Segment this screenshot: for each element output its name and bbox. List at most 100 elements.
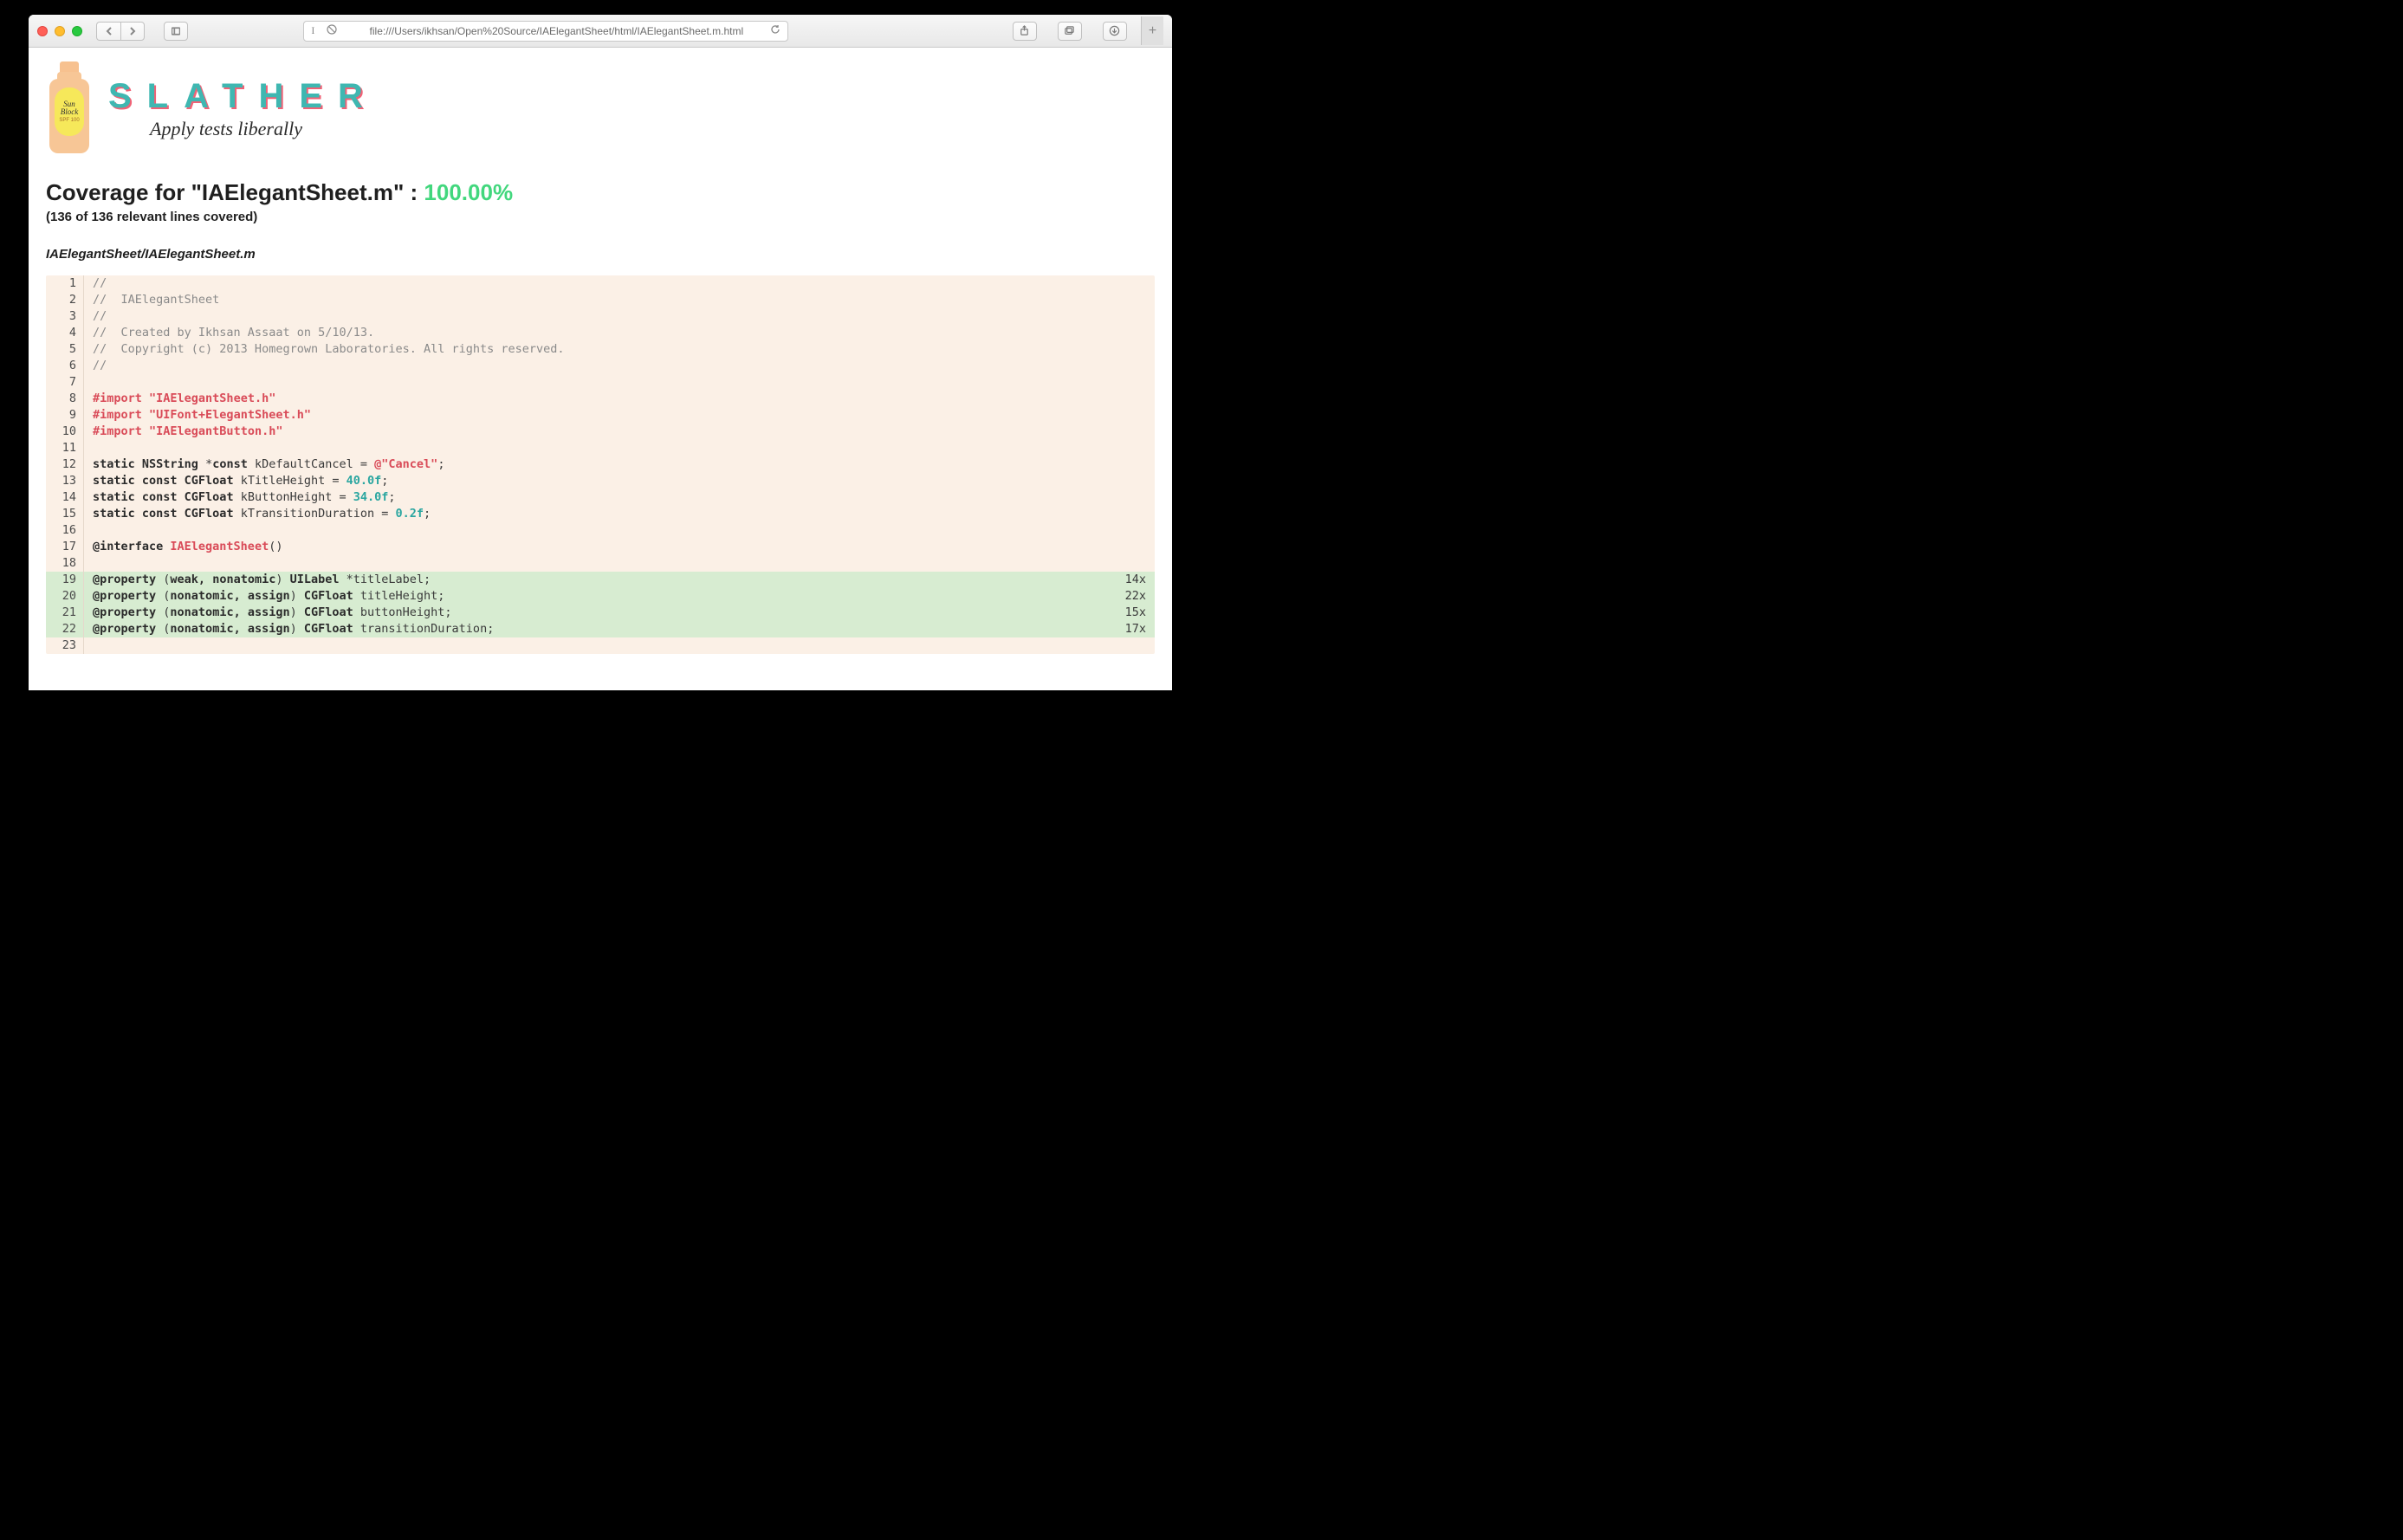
permissions-icon[interactable]	[327, 24, 337, 38]
line-number: 23	[46, 637, 84, 654]
page-content[interactable]: Sun Block SPF 100 SLATHER Apply tests li…	[29, 48, 1172, 690]
line-hits	[1111, 308, 1155, 325]
code-line: 7	[46, 374, 1155, 391]
reload-icon[interactable]	[770, 23, 780, 39]
line-number: 1	[46, 275, 84, 292]
line-number: 13	[46, 473, 84, 489]
file-path: IAElegantSheet/IAElegantSheet.m	[46, 247, 1155, 262]
line-source	[84, 440, 1111, 456]
code-line: 8#import "IAElegantSheet.h"	[46, 391, 1155, 407]
line-number: 16	[46, 522, 84, 539]
new-tab-button[interactable]: +	[1141, 16, 1163, 45]
code-line: 23	[46, 637, 1155, 654]
line-source: #import "IAElegantSheet.h"	[84, 391, 1111, 407]
line-hits	[1111, 424, 1155, 440]
toolbar-right	[1013, 22, 1127, 41]
line-number: 15	[46, 506, 84, 522]
line-source: // IAElegantSheet	[84, 292, 1111, 308]
forward-button[interactable]	[120, 22, 145, 41]
coverage-percent: 100.00%	[424, 179, 513, 205]
line-hits: 17x	[1111, 621, 1155, 637]
coverage-title-prefix: Coverage for "IAElegantSheet.m" :	[46, 179, 424, 205]
line-hits	[1111, 506, 1155, 522]
code-line: 6//	[46, 358, 1155, 374]
line-hits	[1111, 391, 1155, 407]
line-number: 3	[46, 308, 84, 325]
line-source: static const CGFloat kTitleHeight = 40.0…	[84, 473, 1111, 489]
code-line: 5// Copyright (c) 2013 Homegrown Laborat…	[46, 341, 1155, 358]
line-hits: 15x	[1111, 605, 1155, 621]
line-number: 14	[46, 489, 84, 506]
code-block: 1//2// IAElegantSheet3//4// Created by I…	[46, 275, 1155, 654]
code-line: 9#import "UIFont+ElegantSheet.h"	[46, 407, 1155, 424]
code-line: 19@property (weak, nonatomic) UILabel *t…	[46, 572, 1155, 588]
line-source: @interface IAElegantSheet()	[84, 539, 1111, 555]
line-number: 22	[46, 621, 84, 637]
line-hits	[1111, 325, 1155, 341]
zoom-window-button[interactable]	[72, 26, 82, 36]
line-hits	[1111, 555, 1155, 572]
line-hits: 22x	[1111, 588, 1155, 605]
logo-row: Sun Block SPF 100 SLATHER Apply tests li…	[46, 61, 1155, 155]
line-number: 19	[46, 572, 84, 588]
line-hits	[1111, 292, 1155, 308]
line-number: 18	[46, 555, 84, 572]
line-number: 17	[46, 539, 84, 555]
line-source	[84, 374, 1111, 391]
line-source	[84, 637, 1111, 654]
code-line: 10#import "IAElegantButton.h"	[46, 424, 1155, 440]
line-number: 10	[46, 424, 84, 440]
minimize-window-button[interactable]	[55, 26, 65, 36]
slather-bottle-icon: Sun Block SPF 100	[46, 61, 93, 155]
brand-name: SLATHER	[108, 77, 379, 116]
line-number: 2	[46, 292, 84, 308]
line-source: @property (nonatomic, assign) CGFloat tr…	[84, 621, 1111, 637]
code-line: 4// Created by Ikhsan Assaat on 5/10/13.	[46, 325, 1155, 341]
line-source: //	[84, 275, 1111, 292]
line-source: #import "IAElegantButton.h"	[84, 424, 1111, 440]
line-source	[84, 555, 1111, 572]
code-line: 14static const CGFloat kButtonHeight = 3…	[46, 489, 1155, 506]
code-line: 3//	[46, 308, 1155, 325]
close-window-button[interactable]	[37, 26, 48, 36]
line-hits	[1111, 341, 1155, 358]
bottle-spf: SPF 100	[59, 118, 79, 123]
line-hits: 14x	[1111, 572, 1155, 588]
line-hits	[1111, 489, 1155, 506]
line-hits	[1111, 440, 1155, 456]
line-hits	[1111, 637, 1155, 654]
titlebar: I file:///Users/ikhsan/Open%20Source/IAE…	[29, 15, 1172, 48]
reader-mode-icon[interactable]: I	[311, 24, 314, 37]
code-line: 16	[46, 522, 1155, 539]
line-source: static const CGFloat kButtonHeight = 34.…	[84, 489, 1111, 506]
code-line: 17@interface IAElegantSheet()	[46, 539, 1155, 555]
line-hits	[1111, 407, 1155, 424]
line-hits	[1111, 473, 1155, 489]
line-number: 12	[46, 456, 84, 473]
bottle-label-line2: Block	[61, 108, 79, 116]
line-source: static const CGFloat kTransitionDuration…	[84, 506, 1111, 522]
line-hits	[1111, 456, 1155, 473]
code-line: 13static const CGFloat kTitleHeight = 40…	[46, 473, 1155, 489]
address-bar[interactable]: I file:///Users/ikhsan/Open%20Source/IAE…	[303, 21, 788, 42]
coverage-title: Coverage for "IAElegantSheet.m" : 100.00…	[46, 179, 1155, 206]
line-hits	[1111, 275, 1155, 292]
line-source: #import "UIFont+ElegantSheet.h"	[84, 407, 1111, 424]
line-source: // Created by Ikhsan Assaat on 5/10/13.	[84, 325, 1111, 341]
sidebar-toggle-button[interactable]	[164, 22, 188, 41]
brand-block: SLATHER Apply tests liberally	[108, 77, 379, 140]
code-line: 15static const CGFloat kTransitionDurati…	[46, 506, 1155, 522]
share-button[interactable]	[1013, 22, 1037, 41]
tabs-button[interactable]	[1058, 22, 1082, 41]
downloads-button[interactable]	[1103, 22, 1127, 41]
line-number: 7	[46, 374, 84, 391]
back-button[interactable]	[96, 22, 120, 41]
line-number: 11	[46, 440, 84, 456]
line-number: 20	[46, 588, 84, 605]
line-source: @property (nonatomic, assign) CGFloat ti…	[84, 588, 1111, 605]
line-number: 4	[46, 325, 84, 341]
code-line: 22@property (nonatomic, assign) CGFloat …	[46, 621, 1155, 637]
line-number: 9	[46, 407, 84, 424]
code-line: 1//	[46, 275, 1155, 292]
line-number: 6	[46, 358, 84, 374]
